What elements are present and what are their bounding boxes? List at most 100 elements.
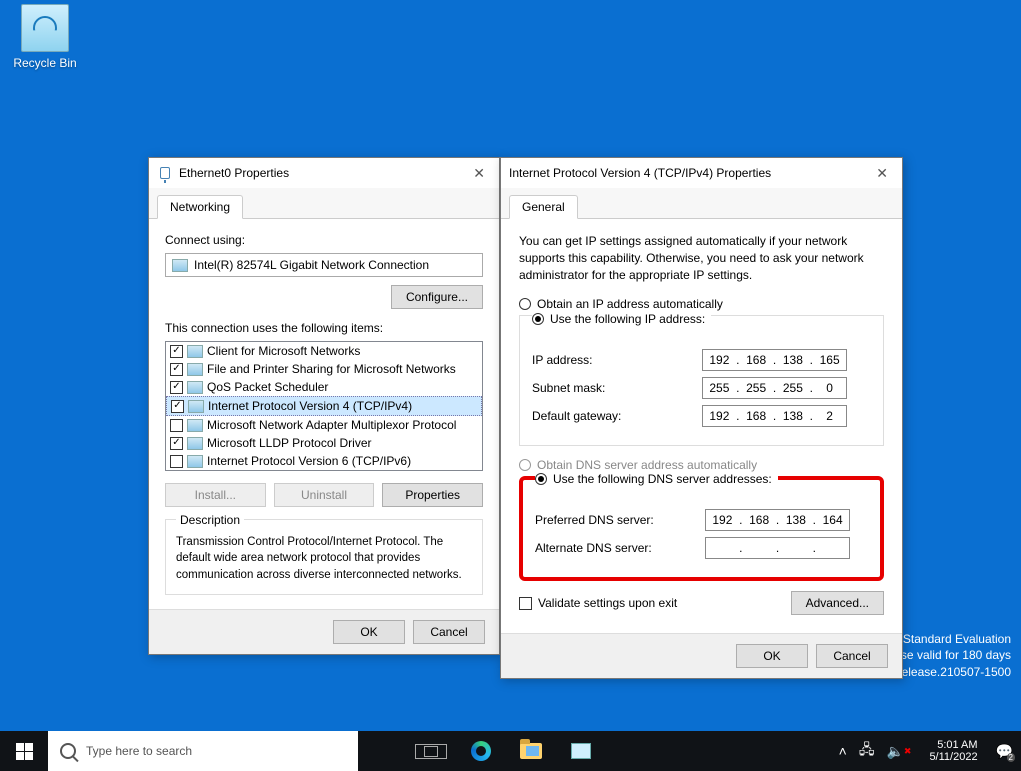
list-item-label: QoS Packet Scheduler — [207, 380, 328, 394]
radio-auto-dns: Obtain DNS server address automatically — [519, 458, 884, 472]
radio-icon — [535, 473, 547, 485]
radio-icon — [532, 313, 544, 325]
ok-button[interactable]: OK — [736, 644, 808, 668]
windows-logo-icon — [16, 743, 33, 760]
dialog-title: Internet Protocol Version 4 (TCP/IPv4) P… — [509, 166, 870, 180]
ethernet-icon — [157, 165, 173, 181]
list-item-label: Internet Protocol Version 6 (TCP/IPv6) — [207, 454, 411, 468]
desktop-icon-recycle-bin[interactable]: Recycle Bin — [8, 4, 82, 70]
uninstall-button[interactable]: Uninstall — [274, 483, 375, 507]
properties-button[interactable]: Properties — [382, 483, 483, 507]
edge-icon — [471, 741, 491, 761]
list-item-label: Internet Protocol Version 4 (TCP/IPv4) — [208, 399, 412, 413]
tray-network-icon[interactable]: 🖧 — [859, 739, 875, 763]
list-item-label: Microsoft LLDP Protocol Driver — [207, 436, 372, 450]
alternate-dns-label: Alternate DNS server: — [535, 541, 705, 555]
tab-networking[interactable]: Networking — [157, 195, 243, 219]
radio-label: Use the following IP address: — [550, 312, 705, 326]
file-explorer-icon — [520, 743, 542, 759]
checkbox-icon[interactable] — [170, 345, 183, 358]
radio-label: Obtain DNS server address automatically — [537, 458, 757, 472]
list-item-label: Client for Microsoft Networks — [207, 344, 360, 358]
ethernet-properties-dialog: Ethernet0 Properties ✕ Networking Connec… — [148, 157, 500, 655]
info-text: You can get IP settings assigned automat… — [519, 233, 884, 283]
ip-address-input[interactable]: 192.168.138.165 — [702, 349, 847, 371]
adapter-field[interactable]: Intel(R) 82574L Gigabit Network Connecti… — [165, 253, 483, 277]
list-item-label: File and Printer Sharing for Microsoft N… — [207, 362, 456, 376]
close-icon[interactable]: ✕ — [467, 165, 491, 182]
subnet-mask-input[interactable]: 255.255.255.0 — [702, 377, 847, 399]
protocol-icon — [187, 455, 203, 468]
taskbar: Type here to search ˄ 🖧 🔈✖ 5:01 AM 5/11/… — [0, 731, 1021, 771]
checkbox-icon[interactable] — [171, 400, 184, 413]
taskbar-app-generic[interactable] — [556, 731, 606, 771]
titlebar[interactable]: Internet Protocol Version 4 (TCP/IPv4) P… — [501, 158, 902, 188]
list-item[interactable]: Microsoft LLDP Protocol Driver — [166, 434, 482, 452]
task-view-button[interactable] — [406, 731, 456, 771]
dns-highlight: Use the following DNS server addresses: … — [519, 476, 884, 581]
radio-label: Use the following DNS server addresses: — [553, 472, 772, 486]
radio-icon — [519, 298, 531, 310]
protocol-icon — [188, 400, 204, 413]
preferred-dns-input[interactable]: 192.168.138.164 — [705, 509, 850, 531]
nic-icon — [172, 259, 188, 272]
search-icon — [60, 743, 76, 759]
cancel-button[interactable]: Cancel — [816, 644, 888, 668]
checkbox-icon[interactable] — [170, 437, 183, 450]
description-text: Transmission Control Protocol/Internet P… — [176, 534, 472, 584]
titlebar[interactable]: Ethernet0 Properties ✕ — [149, 158, 499, 188]
alternate-dns-input[interactable]: ... — [705, 537, 850, 559]
list-item-label: Microsoft Network Adapter Multiplexor Pr… — [207, 418, 456, 432]
validate-settings-checkbox[interactable]: Validate settings upon exit — [519, 596, 677, 610]
task-view-icon — [424, 746, 438, 757]
start-button[interactable] — [0, 731, 48, 771]
ok-button[interactable]: OK — [333, 620, 405, 644]
taskbar-app-edge[interactable] — [456, 731, 506, 771]
radio-auto-ip[interactable]: Obtain an IP address automatically — [519, 297, 884, 311]
tray-chevron-up-icon[interactable]: ˄ — [839, 743, 847, 759]
ipv4-properties-dialog: Internet Protocol Version 4 (TCP/IPv4) P… — [500, 157, 903, 679]
recycle-bin-icon — [21, 4, 69, 52]
tab-general[interactable]: General — [509, 195, 578, 219]
checkbox-label: Validate settings upon exit — [538, 596, 677, 610]
checkbox-icon[interactable] — [170, 419, 183, 432]
tray-notifications-icon[interactable]: 💬2 — [996, 743, 1013, 760]
list-item[interactable]: Client for Microsoft Networks — [166, 342, 482, 360]
connection-items-list[interactable]: Client for Microsoft Networks File and Pr… — [165, 341, 483, 471]
checkbox-icon[interactable] — [170, 363, 183, 376]
list-item[interactable]: QoS Packet Scheduler — [166, 378, 482, 396]
list-item[interactable]: File and Printer Sharing for Microsoft N… — [166, 360, 482, 378]
list-item[interactable]: Internet Protocol Version 4 (TCP/IPv4) — [166, 396, 482, 416]
install-button[interactable]: Install... — [165, 483, 266, 507]
taskbar-app-explorer[interactable] — [506, 731, 556, 771]
radio-manual-ip[interactable]: Use the following IP address: — [532, 312, 711, 326]
cancel-button[interactable]: Cancel — [413, 620, 485, 644]
default-gateway-input[interactable]: 192.168.138.2 — [702, 405, 847, 427]
clock-time: 5:01 AM — [929, 739, 977, 751]
advanced-button[interactable]: Advanced... — [791, 591, 884, 615]
preferred-dns-label: Preferred DNS server: — [535, 513, 705, 527]
radio-manual-dns[interactable]: Use the following DNS server addresses: — [535, 472, 778, 486]
adapter-name: Intel(R) 82574L Gigabit Network Connecti… — [194, 258, 429, 272]
radio-icon — [519, 459, 531, 471]
tray-volume-icon[interactable]: 🔈✖ — [886, 743, 911, 760]
protocol-icon — [187, 363, 203, 376]
checkbox-icon[interactable] — [170, 455, 183, 468]
protocol-icon — [187, 419, 203, 432]
default-gateway-label: Default gateway: — [532, 409, 702, 423]
checkbox-icon[interactable] — [170, 381, 183, 394]
search-box[interactable]: Type here to search — [48, 731, 358, 771]
list-item[interactable]: Microsoft Network Adapter Multiplexor Pr… — [166, 416, 482, 434]
ip-address-label: IP address: — [532, 353, 702, 367]
subnet-mask-label: Subnet mask: — [532, 381, 702, 395]
taskbar-clock[interactable]: 5:01 AM 5/11/2022 — [923, 739, 983, 763]
connect-using-label: Connect using: — [165, 233, 483, 247]
configure-button[interactable]: Configure... — [391, 285, 483, 309]
radio-label: Obtain an IP address automatically — [537, 297, 723, 311]
search-placeholder: Type here to search — [86, 744, 192, 758]
list-item[interactable]: Internet Protocol Version 6 (TCP/IPv6) — [166, 452, 482, 470]
protocol-icon — [187, 437, 203, 450]
dialog-title: Ethernet0 Properties — [179, 166, 467, 180]
close-icon[interactable]: ✕ — [870, 165, 894, 182]
items-label: This connection uses the following items… — [165, 321, 483, 335]
